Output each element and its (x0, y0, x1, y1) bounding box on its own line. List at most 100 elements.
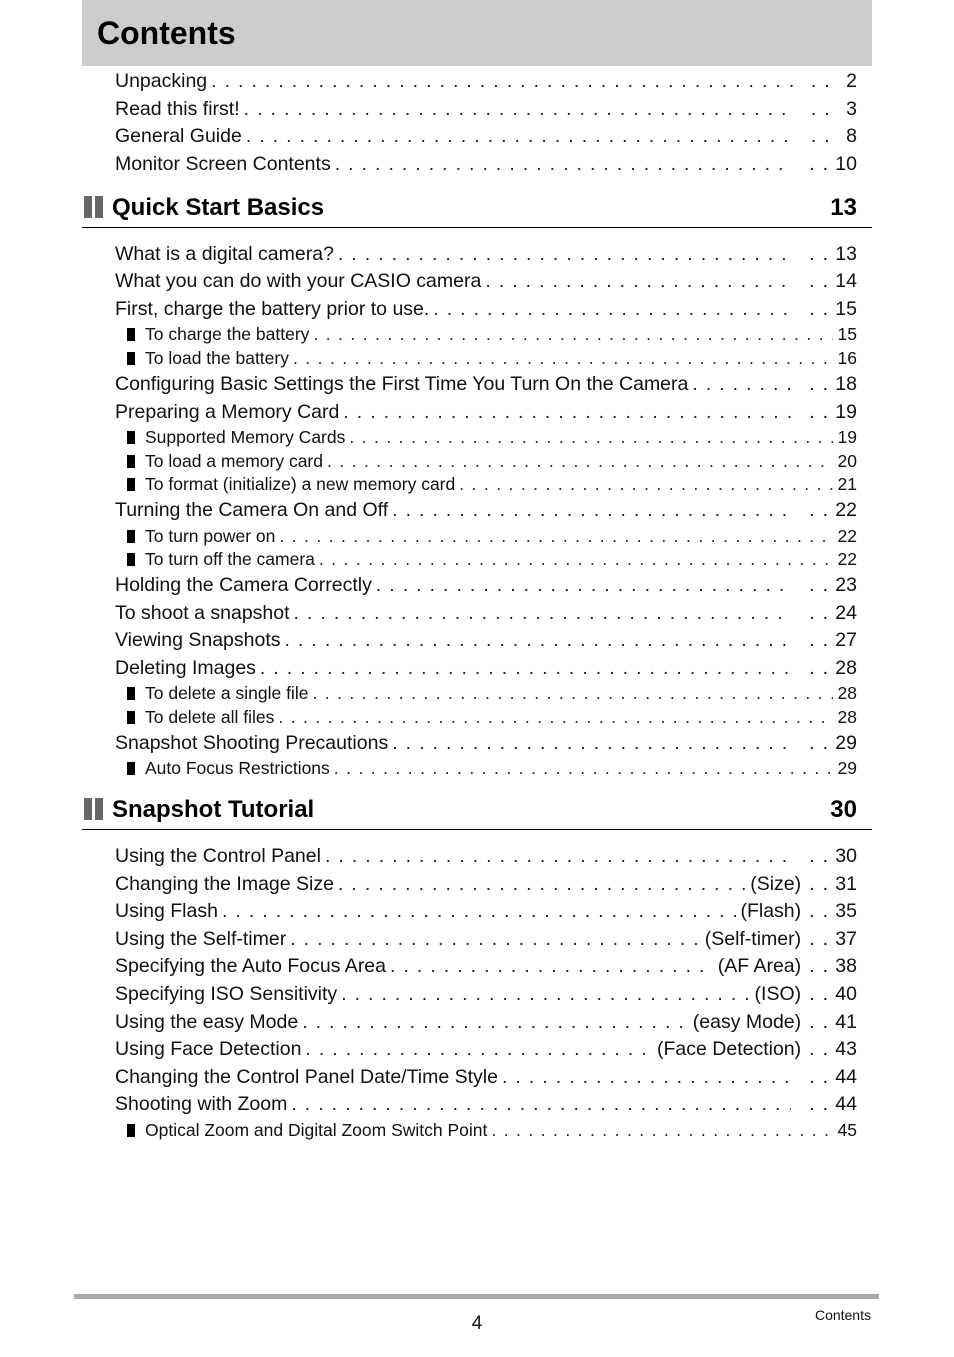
toc-entry-label: General Guide (115, 125, 242, 147)
dot-leader (244, 97, 793, 121)
toc-entry-page: 22 (837, 549, 857, 569)
toc-entry[interactable]: What you can do with your CASIO camera . … (115, 269, 857, 293)
toc-entry-page: 23 (835, 574, 857, 596)
square-bullet-icon (127, 477, 135, 491)
toc-subentry[interactable]: To load the battery 16 (127, 347, 857, 369)
toc-entry[interactable]: Deleting Images . .28 (115, 656, 857, 680)
toc-entry-page: 28 (837, 707, 857, 727)
toc-subentry[interactable]: To delete a single file 28 (127, 682, 857, 704)
toc-entry[interactable]: Using Flash (Flash) . .35 (115, 899, 857, 923)
square-bullet-icon (127, 686, 135, 700)
toc-entry[interactable]: Using the Self-timer (Self-timer) . .37 (115, 927, 857, 951)
dot-leader-tail: . . (810, 70, 831, 92)
toc-subentry[interactable]: To turn power on 22 (127, 525, 857, 547)
toc-entry[interactable]: Turning the Camera On and Off . .22 (115, 498, 857, 522)
toc-entry[interactable]: Changing the Image Size (Size) . .31 (115, 872, 857, 896)
toc-entry-panel-label: (Self-timer) (704, 928, 802, 950)
toc-entry[interactable]: To shoot a snapshot . .24 (115, 601, 857, 625)
dot-leader (392, 731, 791, 755)
square-bullet-icon (127, 430, 135, 444)
toc-entry[interactable]: Specifying the Auto Focus Area (AF Area).… (115, 954, 857, 978)
dot-leader-tail: . . (809, 928, 830, 950)
dot-leader (392, 498, 791, 522)
dot-leader (349, 426, 833, 448)
toc-entry-label: Using the Control Panel (115, 845, 321, 867)
toc-entry-page: 3 (846, 98, 857, 120)
toc-entry[interactable]: General Guide . . 8 (115, 124, 857, 148)
dot-leader-tail: . . (809, 499, 830, 521)
toc-entry[interactable]: First, charge the battery prior to use..… (115, 297, 857, 321)
toc-entry-label: Monitor Screen Contents (115, 153, 331, 175)
toc-entry-page: 43 (835, 1038, 857, 1060)
toc-entry[interactable]: Read this first! . . 3 (115, 97, 857, 121)
toc-entry[interactable]: Specifying ISO Sensitivity (ISO) . .40 (115, 982, 857, 1006)
toc-entry[interactable]: What is a digital camera? . .13 (115, 242, 857, 266)
dot-leader (279, 525, 833, 547)
toc-entry[interactable]: Changing the Control Panel Date/Time Sty… (115, 1065, 857, 1089)
toc-entry-label: To turn power on (145, 526, 276, 546)
toc-entry[interactable]: Using Face Detection (Face Detection) . .4… (115, 1037, 857, 1061)
toc-entry[interactable]: Unpacking . . 2 (115, 69, 857, 93)
toc-entry-label: Specifying the Auto Focus Area (115, 955, 387, 977)
page-title: Contents (97, 15, 236, 51)
dot-leader (335, 152, 791, 176)
toc-entry-label: Turning the Camera On and Off (115, 499, 389, 521)
dot-leader-tail: . . (809, 602, 830, 624)
toc-entry-panel-label: (Flash) (740, 900, 802, 922)
toc-entry-page: 19 (835, 401, 857, 423)
dot-leader-tail: . . (809, 873, 830, 895)
toc-entry-page: 27 (835, 629, 857, 651)
toc-entry-label: To delete all files (145, 707, 275, 727)
dot-leader-tail: . . (809, 1038, 830, 1060)
section-heading[interactable]: Quick Start Basics 13 (82, 193, 872, 228)
toc-entry[interactable]: Preparing a Memory Card . .19 (115, 400, 857, 424)
toc-entry[interactable]: Using the Control Panel . .30 (115, 844, 857, 868)
toc-entry[interactable]: Configuring Basic Settings the First Tim… (115, 372, 857, 396)
dot-leader (319, 548, 833, 570)
toc-subentry[interactable]: To delete all files 28 (127, 706, 857, 728)
toc-entry-page: 24 (835, 602, 857, 624)
toc-entry[interactable]: Shooting with Zoom . .44 (115, 1092, 857, 1116)
toc-entry[interactable]: Viewing Snapshots . .27 (115, 628, 857, 652)
toc-entry-label: Changing the Control Panel Date/Time Sty… (115, 1066, 498, 1088)
toc-entry[interactable]: Using the easy Mode (easy Mode) . .41 (115, 1010, 857, 1034)
toc-entry-page: 21 (837, 474, 857, 494)
toc-entry-page: 15 (837, 324, 857, 344)
dot-leader-tail: . . (809, 401, 830, 423)
toc-entry-page: 8 (846, 125, 857, 147)
section-heading[interactable]: Snapshot Tutorial 30 (82, 795, 872, 830)
toc-entry-label: To load the battery (145, 348, 289, 368)
toc-entry-page: 18 (835, 373, 857, 395)
toc-subentry[interactable]: To turn off the camera 22 (127, 548, 857, 570)
dot-leader-tail: . . (809, 270, 830, 292)
section-title: Snapshot Tutorial (112, 796, 315, 823)
toc-subentry[interactable]: To load a memory card 20 (127, 450, 857, 472)
dot-leader (222, 899, 737, 923)
toc-entry-page: 14 (835, 270, 857, 292)
dot-leader (502, 1065, 791, 1089)
dot-leader-tail: . . (810, 125, 831, 147)
toc-entry-page: 19 (837, 427, 857, 447)
dot-leader (433, 297, 791, 321)
footer-rule (74, 1294, 879, 1299)
dot-leader (341, 982, 750, 1006)
toc-subentry[interactable]: Optical Zoom and Digital Zoom Switch Poi… (127, 1119, 857, 1141)
toc-subentry[interactable]: To format (initialize) a new memory card… (127, 473, 857, 495)
toc-entry-page: 30 (835, 845, 857, 867)
section-bars-icon (84, 196, 104, 218)
toc-entry-label: Using Face Detection (115, 1038, 302, 1060)
toc-entry[interactable]: Holding the Camera Correctly . .23 (115, 573, 857, 597)
toc-subentry[interactable]: Supported Memory Cards 19 (127, 426, 857, 448)
toc-entry-label: Unpacking (115, 70, 208, 92)
dot-leader (338, 242, 791, 266)
dot-leader-tail: . . (809, 955, 830, 977)
toc-entry-label: To format (initialize) a new memory card (145, 474, 456, 494)
toc-subentry[interactable]: To charge the battery 15 (127, 323, 857, 345)
dot-leader-tail: . . (809, 657, 830, 679)
toc-subentry[interactable]: Auto Focus Restrictions 29 (127, 757, 857, 779)
toc-entry[interactable]: Snapshot Shooting Precautions . .29 (115, 731, 857, 755)
toc-entry-label: To shoot a snapshot (115, 602, 290, 624)
square-bullet-icon (127, 327, 135, 341)
dot-leader (325, 844, 791, 868)
toc-entry[interactable]: Monitor Screen Contents . .10 (115, 152, 857, 176)
